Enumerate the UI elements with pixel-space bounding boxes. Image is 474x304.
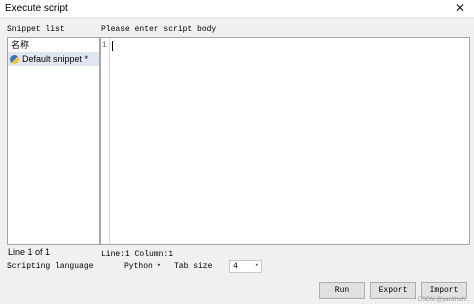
line-number-gutter: 1 — [101, 38, 110, 244]
snippet-list-header[interactable]: 名称 — [8, 38, 99, 53]
scripting-language-select[interactable]: Python ▾ — [124, 261, 162, 272]
snippet-position: Line 1 of 1 — [8, 247, 51, 257]
snippet-item-label: Default snippet * — [22, 54, 89, 64]
cursor-position: Line:1 Column:1 — [101, 250, 174, 259]
tab-size-label: Tab size — [174, 262, 213, 271]
python-icon — [10, 55, 19, 64]
title-bar: Execute script ✕ — [0, 0, 474, 18]
line-number: 1 — [102, 41, 107, 50]
run-button[interactable]: Run — [319, 282, 365, 299]
tab-size-select[interactable]: 4 ▾ — [229, 260, 262, 273]
snippet-list[interactable]: 名称 Default snippet * — [7, 37, 100, 245]
scripting-language-label: Scripting language — [7, 262, 94, 271]
snippet-list-label: Snippet list — [7, 25, 65, 34]
tab-size-value: 4 — [233, 262, 238, 271]
window-title: Execute script — [5, 3, 68, 14]
snippet-item-default[interactable]: Default snippet * — [8, 53, 99, 66]
chevron-down-icon: ▾ — [156, 262, 161, 270]
export-button[interactable]: Export — [370, 282, 416, 299]
watermark: CSDN @yanzhuh... — [417, 297, 470, 303]
text-caret — [112, 41, 113, 51]
chevron-down-icon: ▾ — [254, 262, 259, 270]
scripting-language-value: Python — [124, 262, 153, 271]
close-icon[interactable]: ✕ — [446, 0, 474, 17]
script-editor[interactable]: 1 — [100, 37, 470, 245]
script-body-label: Please enter script body — [101, 25, 217, 34]
